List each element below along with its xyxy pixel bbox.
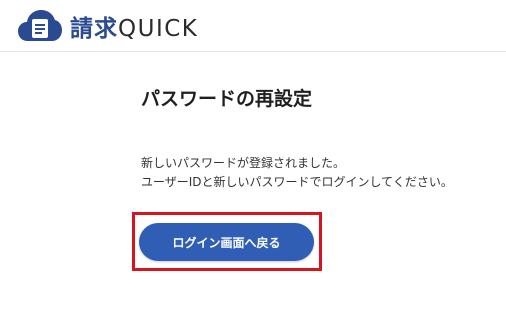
brand-name: 請求QUICK <box>70 9 198 43</box>
back-to-login-button[interactable]: ログイン画面へ戻る <box>139 223 314 261</box>
message-line-1: 新しいパスワードが登録されました。 <box>141 156 346 170</box>
page-title: パスワードの再設定 <box>141 88 313 110</box>
password-reset-panel: パスワードの再設定 新しいパスワードが登録されました。 ユーザーIDと新しいパス… <box>141 84 471 189</box>
app-header: 請求QUICK <box>0 0 506 52</box>
brand-name-suffix: QUICK <box>118 16 199 42</box>
brand-name-kanji: 請求 <box>70 16 118 42</box>
brand-logo[interactable]: 請求QUICK <box>18 9 198 43</box>
message-line-2: ユーザーIDと新しいパスワードでログインしてください。 <box>141 175 453 189</box>
completion-message: 新しいパスワードが登録されました。 ユーザーIDと新しいパスワードでログインして… <box>141 154 453 192</box>
cloud-document-icon <box>18 10 62 41</box>
